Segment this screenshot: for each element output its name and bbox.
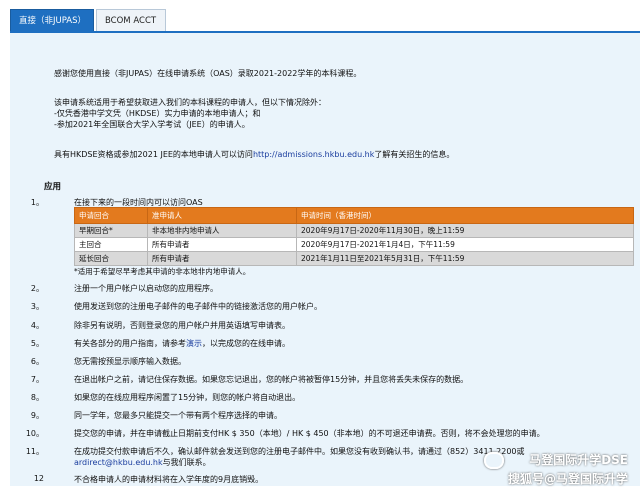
item-text: 提交您的申请，并在申请截止日期前支付HK $ 350（本地）/ HK $ 450… <box>74 429 545 438</box>
item-number: 1。 <box>30 198 44 207</box>
item-number: 2。 <box>30 284 44 293</box>
table-cell: 早期回合* <box>74 223 148 238</box>
table-cell: 所有申请者 <box>147 237 297 252</box>
item-number: 3。 <box>30 302 44 311</box>
item-11-post: 与我们联系。 <box>162 458 211 467</box>
table-cell: 2020年9月17日-2021年1月4日，下午11:59 <box>296 237 634 252</box>
item-text: 您无需按预显示顺序输入数据。 <box>74 357 186 366</box>
item-number: 12 <box>33 474 44 483</box>
item-text: 如果您的在线应用程序闲置了15分钟，则您的帐户将自动退出。 <box>74 393 301 402</box>
table-row: 早期回合* 非本地非内地申请人 2020年9月17日-2020年11月30日，晚… <box>74 223 634 238</box>
content-panel: 感谢您使用直接（非JUPAS）在线申请系统（OAS）录取2021-2022学年的… <box>10 31 640 486</box>
table-header-row: 申请回合 准申请人 申请时间（香港时间） <box>74 207 634 224</box>
item-text: 同一学年，您最多只能提交一个带有两个程序选择的申请。 <box>74 411 282 420</box>
table-cell: 主回合 <box>74 237 148 252</box>
admissions-link[interactable]: http://admissions.hkbu.edu.hk <box>253 150 374 159</box>
item-11-line-2: ardirect@hkbu.edu.hk与我们联系。 <box>74 457 211 468</box>
email-link[interactable]: ardirect@hkbu.edu.hk <box>74 458 163 467</box>
tab-non-jupas[interactable]: 直接（非JUPAS） <box>10 9 94 31</box>
item-text: 注册一个用户帐户以启动您的应用程序。 <box>74 284 218 293</box>
item-number: 5。 <box>30 339 44 348</box>
section-title: 应用 <box>44 182 62 192</box>
item-text: 除非另有说明，否则登录您的用户帐户并用英语填写申请表。 <box>74 321 290 330</box>
item-text: 使用发送到您的注册电子邮件的电子邮件中的链接激活您的用户帐户。 <box>74 302 322 311</box>
schedule-table: 申请回合 准申请人 申请时间（香港时间） 早期回合* 非本地非内地申请人 202… <box>74 207 634 266</box>
item-number: 11。 <box>25 447 44 456</box>
intro-line-2: 该申请系统适用于希望获取进入我们的本科课程的申请人，但以下情况除外： <box>54 98 326 107</box>
table-row: 延长回合 所有申请者 2021年1月11日至2021年5月31日，下午11:59 <box>74 251 634 266</box>
intro-line-3: -仅凭香港中学文凭（HKDSE）实力申请的本地申请人；和 <box>54 109 261 118</box>
item-text: 有关各部分的用户指南，请参考演示，以完成您的在线申请。 <box>74 338 290 349</box>
item-text: 不合格申请人的申请材料将在入学年度的9月底销毁。 <box>74 475 264 484</box>
watermark-line-1: 马登国际升学DSE <box>529 453 628 467</box>
chat-bubble-icon <box>483 452 504 469</box>
item-number: 8。 <box>30 393 44 402</box>
intro-line-5-pre: 具有HKDSE资格或参加2021 JEE的本地申请人可以访问 <box>54 150 253 159</box>
item-text: 在成功提交付款申请后不久，确认邮件就会发送到您的注册电子邮件中。如果您没有收到确… <box>74 447 525 456</box>
table-cell: 非本地非内地申请人 <box>147 223 297 238</box>
item-text: 在退出帐户之前，请记住保存数据。如果您忘记退出，您的帐户将被暂停15分钟，并且您… <box>74 375 469 384</box>
intro-line-5: 具有HKDSE资格或参加2021 JEE的本地申请人可以访问http://adm… <box>54 149 454 160</box>
demo-link[interactable]: 演示 <box>186 339 202 348</box>
tab-bcom-acct[interactable]: BCOM ACCT <box>96 9 166 31</box>
intro-line-5-post: 了解有关招生的信息。 <box>374 150 455 159</box>
watermark: 马登国际升学DSE 搜狐号@马登国际升学 <box>483 451 628 487</box>
table-note: *适用于希望尽早考虑其申请的非本地非内地申请人。 <box>74 267 251 276</box>
item-number: 6。 <box>30 357 44 366</box>
item-5-post: ，以完成您的在线申请。 <box>202 339 290 348</box>
table-cell: 所有申请者 <box>147 251 297 266</box>
table-row: 主回合 所有申请者 2020年9月17日-2021年1月4日，下午11:59 <box>74 237 634 252</box>
table-cell: 2021年1月11日至2021年5月31日，下午11:59 <box>296 251 634 266</box>
watermark-line-2: 搜狐号@马登国际升学 <box>507 472 628 486</box>
table-header: 准申请人 <box>147 207 297 224</box>
table-header: 申请回合 <box>74 207 148 224</box>
intro-line-4: -参加2021年全国联合大学入学考试（JEE）的申请人。 <box>54 120 250 129</box>
item-number: 10。 <box>25 429 44 438</box>
table-cell: 2020年9月17日-2020年11月30日，晚上11:59 <box>296 223 634 238</box>
item-number: 7。 <box>30 375 44 384</box>
item-5-pre: 有关各部分的用户指南，请参考 <box>74 339 186 348</box>
item-number: 4。 <box>30 321 44 330</box>
intro-line-1: 感谢您使用直接（非JUPAS）在线申请系统（OAS）录取2021-2022学年的… <box>54 69 362 78</box>
table-cell: 延长回合 <box>74 251 148 266</box>
tab-bar: 直接（非JUPAS） BCOM ACCT <box>0 0 640 32</box>
table-header: 申请时间（香港时间） <box>296 207 634 224</box>
item-number: 9。 <box>30 411 44 420</box>
